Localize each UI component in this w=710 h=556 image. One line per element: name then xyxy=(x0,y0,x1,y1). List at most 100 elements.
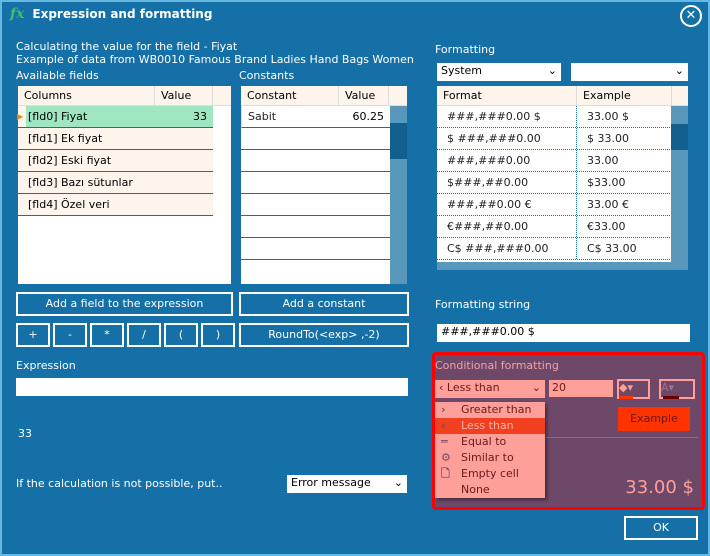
condition-value-input[interactable]: 20 xyxy=(549,380,613,397)
field-row[interactable]: [fld2] Eski fiyat xyxy=(18,150,213,172)
field-row[interactable]: ▶ [fld0] Fiyat 33 xyxy=(17,106,213,128)
operator-option-label: Similar to xyxy=(461,451,514,464)
add-field-button[interactable]: Add a field to the expression xyxy=(16,292,233,316)
fill-color-button[interactable]: ◆▾ xyxy=(617,379,650,399)
field-row[interactable]: [fld3] Bazı sütunlar xyxy=(18,172,213,194)
operator-option[interactable]: ═ Equal to xyxy=(435,434,545,450)
operator-option-icon: ═ xyxy=(441,435,448,448)
ok-button[interactable]: OK xyxy=(624,516,698,540)
format-row[interactable]: C$ ###,###0.00 C$ 33.00 xyxy=(437,238,688,260)
operator-value: Less than xyxy=(446,381,500,394)
format-sub-select[interactable]: ⌄ xyxy=(571,63,688,81)
preview-value: 33.00 $ xyxy=(625,477,694,498)
close-icon[interactable]: ✕ xyxy=(680,5,702,27)
format-hscrollbar[interactable] xyxy=(437,262,671,270)
field-name: [fld2] Eski fiyat xyxy=(28,154,112,167)
format-pattern: ###,###0.00 xyxy=(437,150,577,171)
col-format: Format xyxy=(437,86,577,105)
format-example: $33.00 xyxy=(587,176,626,189)
format-row[interactable]: $ ###,###0.00 $ 33.00 xyxy=(437,128,688,150)
field-name: [fld4] Özel veri xyxy=(28,198,110,211)
field-name: [fld0] Fiyat xyxy=(26,106,163,127)
example-preview-button[interactable]: Example xyxy=(618,407,690,431)
constant-name[interactable]: Sabit xyxy=(242,110,340,123)
constant-value[interactable]: 60.25 xyxy=(340,110,390,123)
operator-button[interactable]: ) xyxy=(201,323,235,347)
formatting-string-label: Formatting string xyxy=(435,298,531,311)
chevron-down-icon: ⌄ xyxy=(674,64,684,77)
format-row[interactable]: €###,##0.00 €33.00 xyxy=(437,216,688,238)
field-value xyxy=(163,128,213,149)
operator-option[interactable]: None xyxy=(435,482,545,498)
format-row[interactable]: ###,###0.00 $ 33.00 $ xyxy=(437,106,688,128)
col-constant: Constant xyxy=(241,86,339,105)
operator-option[interactable]: 🗋 Empty cell xyxy=(435,466,545,482)
fallback-label: If the calculation is not possible, put.… xyxy=(16,477,223,490)
format-category-value: System xyxy=(441,64,483,77)
operator-button[interactable]: - xyxy=(53,323,87,347)
field-value: 33 xyxy=(163,106,213,127)
formatting-label: Formatting xyxy=(435,43,496,56)
operator-option-label: Equal to xyxy=(461,435,507,448)
operator-dropdown-menu: › Greater than ‹ Less than ═ Equal to ⚙ Similar… xyxy=(435,402,545,498)
fallback-select[interactable]: Error message ⌄ xyxy=(287,475,407,493)
field-value xyxy=(163,150,213,171)
add-constant-button[interactable]: Add a constant xyxy=(239,292,409,316)
format-row[interactable]: $###,##0.00 $33.00 xyxy=(437,172,688,194)
operator-select[interactable]: ‹ Less than ⌄ xyxy=(435,380,545,398)
fx-icon: fx xyxy=(10,6,25,22)
operator-option[interactable]: ‹ Less than xyxy=(435,418,545,434)
chevron-down-icon: ⌄ xyxy=(531,381,541,394)
field-value xyxy=(163,194,213,215)
format-pattern: C$ ###,###0.00 xyxy=(437,238,577,259)
operator-button[interactable]: ( xyxy=(164,323,198,347)
field-row[interactable]: [fld1] Ek fiyat xyxy=(18,128,213,150)
available-fields-label: Available fields xyxy=(16,69,99,82)
field-name: [fld3] Bazı sütunlar xyxy=(28,176,133,189)
paint-bucket-icon: ◆▾ xyxy=(619,381,633,394)
operator-option[interactable]: ⚙ Similar to xyxy=(435,450,545,466)
font-color-button[interactable]: A▾ xyxy=(659,379,695,399)
format-example: €33.00 xyxy=(587,220,626,233)
conditional-formatting-panel: Conditional formatting ‹ Less than ⌄ 20 ◆… xyxy=(432,352,705,510)
format-row[interactable]: ###,##0.00 € 33.00 € xyxy=(437,194,688,216)
expression-input[interactable] xyxy=(16,378,408,396)
chevron-down-icon: ⌄ xyxy=(547,64,557,77)
operator-option-label: Empty cell xyxy=(461,467,519,480)
operator-option-icon: › xyxy=(441,403,446,416)
operator-option-icon: ⚙ xyxy=(441,451,451,464)
format-pattern: ###,##0.00 € xyxy=(437,194,577,215)
format-grid[interactable]: Format Example ###,###0.00 $ 33.00 $ $ ###,… xyxy=(437,86,688,270)
operator-option-label: Greater than xyxy=(461,403,532,416)
operator-button[interactable]: / xyxy=(127,323,161,347)
constants-grid[interactable]: Constant Value Sabit 60.25 xyxy=(241,86,407,284)
field-name: [fld1] Ek fiyat xyxy=(28,132,103,145)
operator-button[interactable]: * xyxy=(90,323,124,347)
constants-scrollbar[interactable] xyxy=(390,106,407,284)
calc-field-label: Calculating the value for the field - Fi… xyxy=(16,40,238,53)
fields-grid[interactable]: Columns Value ▶ [fld0] Fiyat 33 [fld1] Ek fi… xyxy=(17,86,231,284)
col-columns: Columns xyxy=(18,86,155,105)
window-title: Expression and formatting xyxy=(32,7,213,21)
expression-label: Expression xyxy=(16,359,76,372)
format-example: C$ 33.00 xyxy=(587,242,637,255)
example-data-label: Example of data from WB0010 Famous Brand… xyxy=(16,53,416,66)
roundto-button[interactable]: RoundTo(<exp> ,-2) xyxy=(239,323,409,347)
format-vscrollbar[interactable] xyxy=(671,106,688,270)
field-value xyxy=(163,172,213,193)
format-pattern: €###,##0.00 xyxy=(437,216,577,237)
operator-option[interactable]: › Greater than xyxy=(435,402,545,418)
col-example: Example xyxy=(577,86,672,105)
operator-option-label: None xyxy=(461,483,490,496)
conditional-label: Conditional formatting xyxy=(435,359,559,372)
field-row[interactable]: [fld4] Özel veri xyxy=(18,194,213,216)
format-category-select[interactable]: System ⌄ xyxy=(437,63,561,81)
formatting-string-input[interactable]: ###,###0.00 $ xyxy=(437,324,690,342)
operator-option-icon: 🗋 xyxy=(441,467,450,480)
format-row[interactable]: ###,###0.00 33.00 xyxy=(437,150,688,172)
font-color-icon: A▾ xyxy=(661,381,675,394)
format-example: 33.00 xyxy=(587,154,619,167)
col-const-value: Value xyxy=(339,86,389,105)
operator-button[interactable]: + xyxy=(16,323,50,347)
format-pattern: ###,###0.00 $ xyxy=(437,106,577,127)
